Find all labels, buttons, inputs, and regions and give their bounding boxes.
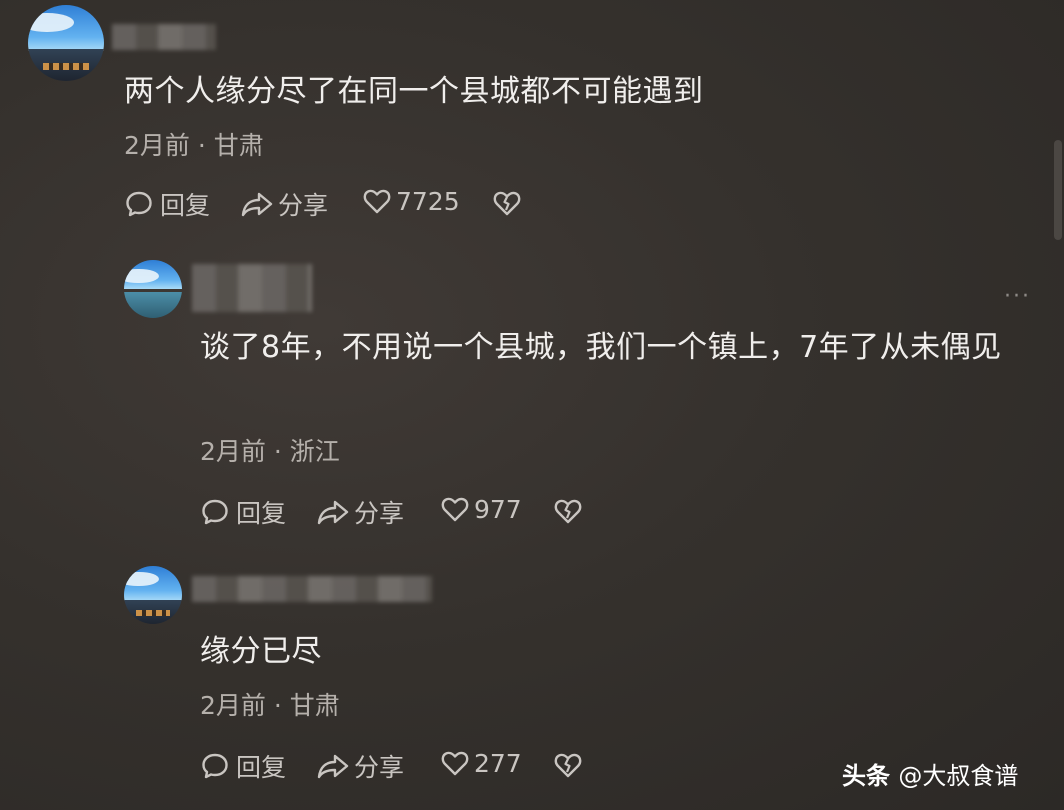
speech-bubble-icon [124,189,154,219]
heart-icon [440,494,470,524]
like-count: 977 [474,494,522,524]
dislike-button[interactable] [553,750,583,780]
username-blurred[interactable] [192,576,432,602]
reply-button[interactable]: 回复 [200,748,286,784]
reply-button[interactable]: 回复 [124,186,210,222]
comment-time: 2月前 [124,131,190,160]
share-arrow-icon [240,189,274,219]
like-count: 7725 [396,186,460,216]
comment-time: 2月前 [200,437,266,466]
avatar[interactable] [28,5,104,81]
comment-location: 浙江 [289,437,340,466]
more-options-button[interactable]: ··· [1004,284,1031,309]
comment-meta: 2月前 · 甘肃 [124,126,264,162]
comment-location: 甘肃 [289,691,340,720]
meta-separator: · [273,437,282,466]
watermark-handle: @大叔食谱 [898,762,1019,790]
share-label: 分享 [354,499,405,528]
speech-bubble-icon [200,751,230,781]
reply-label: 回复 [160,191,211,220]
username-blurred[interactable] [112,24,216,50]
comment-text: 缘分已尽 [200,634,322,669]
dislike-button[interactable] [492,188,522,218]
avatar[interactable] [124,260,182,318]
reply-label: 回复 [236,499,287,528]
scrollbar[interactable] [1054,140,1062,240]
like-count: 277 [474,748,522,778]
broken-heart-icon [492,188,522,218]
share-arrow-icon [316,497,350,527]
comment-text: 两个人缘分尽了在同一个县城都不可能遇到 [124,74,704,109]
watermark: 头条 @大叔食谱 [842,756,1018,791]
username-blurred[interactable] [192,264,312,312]
dislike-button[interactable] [553,496,583,526]
comment-text: 谈了8年，不用说一个县城，我们一个镇上，7年了从未偶见 [200,330,1002,365]
reply-button[interactable]: 回复 [200,494,286,530]
broken-heart-icon [553,750,583,780]
speech-bubble-icon [200,497,230,527]
broken-heart-icon [553,496,583,526]
share-label: 分享 [278,191,329,220]
meta-separator: · [197,131,206,160]
heart-icon [362,186,392,216]
like-button[interactable]: 7725 [362,186,460,216]
heart-icon [440,748,470,778]
like-button[interactable]: 277 [440,748,522,778]
comment-meta: 2月前 · 甘肃 [200,686,340,722]
comment-meta: 2月前 · 浙江 [200,432,340,468]
comment-time: 2月前 [200,691,266,720]
share-button[interactable]: 分享 [240,186,328,222]
reply-label: 回复 [236,753,287,782]
avatar[interactable] [124,566,182,624]
meta-separator: · [273,691,282,720]
share-button[interactable]: 分享 [316,748,404,784]
watermark-brand: 头条 [842,762,890,790]
share-label: 分享 [354,753,405,782]
comment-location: 甘肃 [213,131,264,160]
share-arrow-icon [316,751,350,781]
like-button[interactable]: 977 [440,494,522,524]
share-button[interactable]: 分享 [316,494,404,530]
